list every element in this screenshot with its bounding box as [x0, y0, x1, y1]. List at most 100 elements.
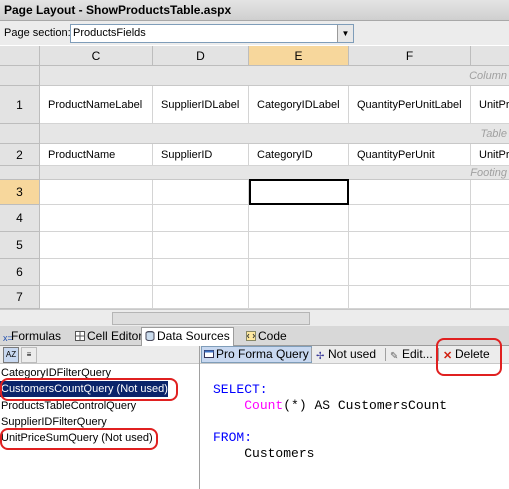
band-table-label: Table [480, 128, 507, 140]
tab-data-sources-label: Data Sources [157, 329, 230, 343]
chevron-down-icon[interactable]: ▼ [337, 25, 353, 42]
grid-cell[interactable] [153, 286, 249, 309]
grid-cell[interactable]: SupplierID [153, 144, 249, 166]
edit-pencil-icon: ✎ [390, 351, 399, 362]
pin-icon: ✢ [316, 351, 325, 362]
grid-cell[interactable]: CategoryID [249, 144, 349, 166]
toolbar-separator [311, 348, 312, 361]
sql-select-expression: (*) AS CustomersCount [283, 398, 448, 413]
grid-cell[interactable] [249, 286, 349, 309]
query-list-toolbar: AZ ≡ [0, 346, 199, 364]
column-header-f[interactable]: F [349, 46, 471, 66]
sort-alphabetical-icon[interactable]: AZ [3, 347, 19, 363]
bottom-tab-bar: x=Formulas Cell Editor Data Sources Code [0, 326, 509, 346]
layout-grid: C D E F Column 1 ProductNameLabel Suppli… [0, 46, 509, 309]
page-section-select[interactable]: ProductsFields ▼ [70, 24, 354, 43]
row-header-4[interactable]: 4 [0, 205, 40, 232]
pro-forma-icon [204, 350, 214, 358]
row-header-7[interactable]: 7 [0, 286, 40, 309]
band-column: Column [40, 66, 509, 86]
grid-cell[interactable] [349, 259, 471, 286]
code-icon [246, 331, 256, 341]
tab-data-sources[interactable]: Data Sources [141, 327, 234, 346]
grid-cell[interactable] [471, 259, 509, 286]
highlight-annotation [436, 338, 502, 376]
band-table: Table [40, 124, 509, 144]
grid-cell[interactable]: UnitPr [471, 144, 509, 166]
grid-cell[interactable] [349, 286, 471, 309]
column-header-e[interactable]: E [249, 46, 349, 66]
column-header-c[interactable]: C [40, 46, 153, 66]
grid-icon [75, 331, 85, 341]
database-icon [145, 331, 155, 341]
grid-cell[interactable]: SupplierIDLabel [153, 86, 249, 124]
row-header-5[interactable]: 5 [0, 232, 40, 259]
grid-cell[interactable]: QuantityPerUnit [349, 144, 471, 166]
grid-cell[interactable] [471, 180, 509, 205]
grid-cell[interactable] [249, 205, 349, 232]
edit-label: Edit... [402, 347, 433, 361]
grid-cell[interactable] [249, 259, 349, 286]
tab-cell-editor-label: Cell Editor [87, 329, 143, 343]
tab-code[interactable]: Code [243, 328, 290, 344]
grid-cell[interactable] [471, 232, 509, 259]
band-footing-label: Footing [470, 167, 507, 179]
sql-from-table: Customers [244, 446, 315, 461]
grid-cell[interactable] [40, 232, 153, 259]
grid-cell[interactable] [471, 286, 509, 309]
grid-cell[interactable]: UnitPr [471, 86, 509, 124]
page-section-label: Page section: [4, 27, 71, 39]
tab-formulas-label: Formulas [11, 329, 62, 343]
grid-cell[interactable] [349, 205, 471, 232]
row-header-2[interactable]: 2 [0, 144, 40, 166]
grid-cell[interactable]: ProductNameLabel [40, 86, 153, 124]
grid-cell[interactable] [40, 180, 153, 205]
sql-text[interactable]: SELECT: Count(*) AS CustomersCount FROM:… [213, 382, 447, 462]
formula-icon: x= [3, 333, 13, 343]
grid-cell[interactable] [40, 205, 153, 232]
scrollbar-thumb[interactable] [112, 312, 310, 325]
grid-cell[interactable] [153, 259, 249, 286]
grid-cell[interactable] [153, 205, 249, 232]
grid-cell[interactable]: ProductName [40, 144, 153, 166]
sql-select-keyword: SELECT: [213, 382, 268, 397]
sort-category-icon[interactable]: ≡ [21, 347, 37, 363]
grid-cell[interactable] [249, 232, 349, 259]
not-used-button[interactable]: ✢ Not used [314, 347, 378, 362]
query-list-pane: AZ ≡ CategoryIDFilterQuery CustomersCoun… [0, 346, 200, 489]
grid-cell[interactable] [153, 232, 249, 259]
sql-count-function: Count [244, 398, 284, 413]
page-section-row: Page section: ProductsFields ▼ [0, 21, 509, 45]
selected-cell[interactable] [249, 179, 349, 205]
not-used-label: Not used [328, 347, 377, 361]
tab-cell-editor[interactable]: Cell Editor [72, 328, 145, 344]
toolbar-separator [385, 348, 386, 361]
tab-formulas[interactable]: x=Formulas [0, 328, 64, 344]
row-header-6[interactable]: 6 [0, 259, 40, 286]
grid-cell[interactable] [349, 180, 471, 205]
grid-cell[interactable] [40, 259, 153, 286]
highlight-annotation [0, 428, 158, 450]
grid-cell[interactable]: CategoryIDLabel [249, 86, 349, 124]
band-footing: Footing [40, 166, 509, 180]
column-header-g[interactable] [471, 46, 509, 66]
title-bar: Page Layout - ShowProductsTable.aspx [0, 0, 509, 21]
grid-cell[interactable] [153, 180, 249, 205]
grid-cell[interactable] [349, 232, 471, 259]
row-header-1[interactable]: 1 [0, 86, 40, 124]
pro-forma-query-button[interactable]: Pro Forma Query [201, 346, 312, 363]
edit-button[interactable]: ✎ Edit... [388, 347, 435, 362]
band-row-header [0, 124, 40, 144]
tab-code-label: Code [258, 329, 287, 343]
grid-cell[interactable] [471, 205, 509, 232]
pro-forma-query-label: Pro Forma Query [216, 347, 309, 361]
horizontal-scrollbar[interactable] [0, 309, 509, 326]
grid-cell[interactable] [40, 286, 153, 309]
grid-cell[interactable]: QuantityPerUnitLabel [349, 86, 471, 124]
band-column-label: Column [469, 70, 507, 82]
column-header-d[interactable]: D [153, 46, 249, 66]
sql-from-keyword: FROM: [213, 430, 253, 445]
row-header-3[interactable]: 3 [0, 180, 40, 205]
highlight-annotation [0, 378, 178, 401]
query-detail-pane: Pro Forma Query ✢ Not used ✎ Edit... ✕ Dele… [200, 338, 509, 489]
